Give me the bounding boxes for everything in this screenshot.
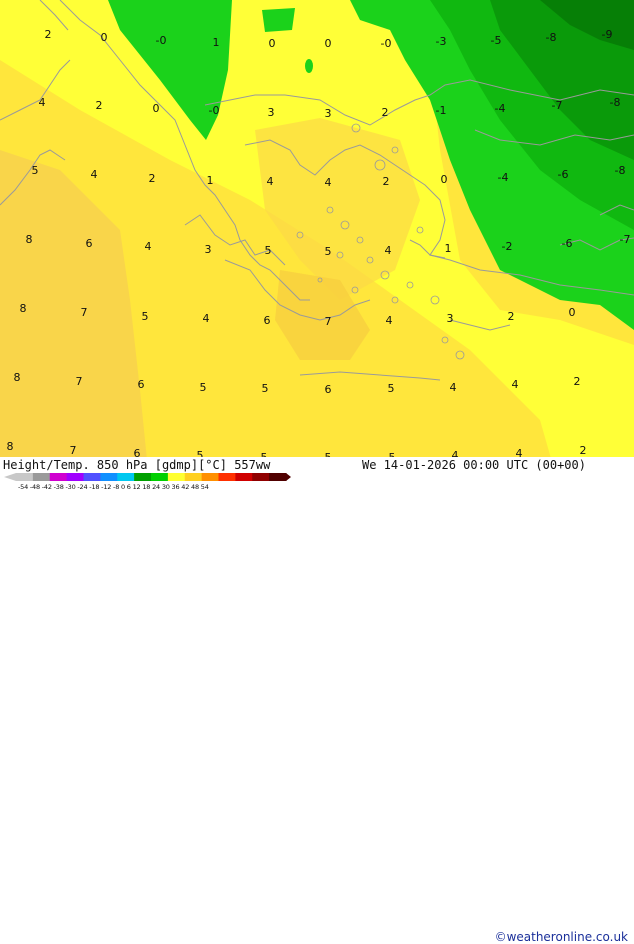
scale-swatch [235, 473, 253, 481]
map-value-label: 2 [96, 99, 103, 112]
credit-link[interactable]: ©weatheronline.co.uk [495, 930, 628, 944]
map-value-label: -9 [602, 28, 613, 41]
scale-swatch [32, 473, 51, 481]
scale-arrow-right [286, 473, 291, 481]
scale-swatch [269, 473, 287, 481]
scale-swatch [117, 473, 135, 481]
scale-swatch [167, 473, 186, 481]
temperature-map: 2 0 -0 1 0 0 -0 -3 -5 -8 -9 4 2 0 -0 3 3 2 -1 -4 -7 -8 5 4 2 1 4 4 2… [0, 0, 634, 490]
map-value-label: 5 [325, 245, 332, 258]
map-value-label: 5 [388, 382, 395, 395]
map-value-label: 4 [386, 314, 393, 327]
map-value-label: 4 [267, 175, 274, 188]
map-value-label: 2 [580, 444, 587, 457]
map-value-label: 4 [450, 381, 457, 394]
map-value-label: -4 [498, 171, 509, 184]
map-value-label: -0 [156, 34, 167, 47]
map-value-label: 2 [149, 172, 156, 185]
map-value-label: 8 [20, 302, 27, 315]
cold-spot [305, 59, 313, 73]
scale-swatch [184, 473, 203, 481]
cold-patch-north [262, 8, 295, 32]
map-value-label: -8 [546, 31, 557, 44]
map-value-label: 3 [205, 243, 212, 256]
map-value-label: 4 [145, 240, 152, 253]
map-value-label: 5 [142, 310, 149, 323]
map-value-label: 5 [265, 244, 272, 257]
map-value-label: 7 [70, 444, 77, 457]
map-value-label: -7 [552, 99, 563, 112]
map-value-label: 6 [325, 383, 332, 396]
map-value-label: -6 [558, 168, 569, 181]
map-value-label: -6 [562, 237, 573, 250]
map-value-label: 3 [325, 107, 332, 120]
map-value-label: 2 [45, 28, 52, 41]
map-value-label: 4 [325, 176, 332, 189]
weather-map-panel: 2 0 -0 1 0 0 -0 -3 -5 -8 -9 4 2 0 -0 3 3 2 -1 -4 -7 -8 5 4 2 1 4 4 2… [0, 0, 634, 944]
map-value-label: 5 [262, 382, 269, 395]
map-value-label: -8 [615, 164, 626, 177]
map-value-label: 2 [574, 375, 581, 388]
scale-swatch [201, 473, 219, 481]
map-value-label: 3 [268, 106, 275, 119]
map-value-label: -5 [491, 34, 502, 47]
map-datetime: We 14-01-2026 00:00 UTC (00+00) [362, 458, 586, 472]
map-value-label: -1 [436, 104, 447, 117]
map-value-label: 1 [207, 174, 214, 187]
map-value-label: 1 [445, 242, 452, 255]
map-value-label: -4 [495, 102, 506, 115]
scale-swatch [100, 473, 118, 481]
map-value-label: 0 [569, 306, 576, 319]
map-value-label: 2 [382, 106, 389, 119]
map-value-label: 0 [441, 173, 448, 186]
map-value-label: 7 [76, 375, 83, 388]
map-value-label: -0 [209, 104, 220, 117]
map-value-label: 6 [138, 378, 145, 391]
color-scale-bar [4, 473, 291, 481]
map-value-label: 8 [26, 233, 33, 246]
map-value-label: -8 [610, 96, 621, 109]
scale-swatch [218, 473, 236, 481]
map-value-label: -3 [436, 35, 447, 48]
scale-swatch [151, 473, 169, 481]
map-value-label: 4 [91, 168, 98, 181]
map-value-label: 0 [325, 37, 332, 50]
map-value-label: 0 [153, 102, 160, 115]
scale-swatch [16, 473, 34, 481]
scale-arrow-left [4, 473, 16, 481]
scale-swatch [252, 473, 270, 481]
map-value-label: 2 [508, 310, 515, 323]
map-value-label: -7 [620, 233, 631, 246]
map-value-label: 6 [86, 237, 93, 250]
map-value-label: 4 [385, 244, 392, 257]
map-value-label: 0 [101, 31, 108, 44]
map-value-label: 4 [203, 312, 210, 325]
map-value-label: 4 [512, 378, 519, 391]
scale-swatch [83, 473, 101, 481]
map-value-label: 3 [447, 312, 454, 325]
map-value-label: 4 [39, 96, 46, 109]
map-value-label: 1 [213, 36, 220, 49]
map-value-label: 8 [7, 440, 14, 453]
map-value-label: 5 [32, 164, 39, 177]
map-value-label: -2 [502, 240, 513, 253]
map-value-label: 2 [383, 175, 390, 188]
map-value-label: 7 [81, 306, 88, 319]
map-value-label: 0 [269, 37, 276, 50]
map-value-label: 6 [264, 314, 271, 327]
map-value-label: 7 [325, 315, 332, 328]
scale-swatch [134, 473, 152, 481]
map-value-label: -0 [381, 37, 392, 50]
map-title: Height/Temp. 850 hPa [gdmp][°C] 557ww [3, 458, 271, 472]
map-value-label: 8 [14, 371, 21, 384]
scale-swatch [49, 473, 68, 481]
scale-swatch [66, 473, 84, 481]
map-value-label: 5 [200, 381, 207, 394]
